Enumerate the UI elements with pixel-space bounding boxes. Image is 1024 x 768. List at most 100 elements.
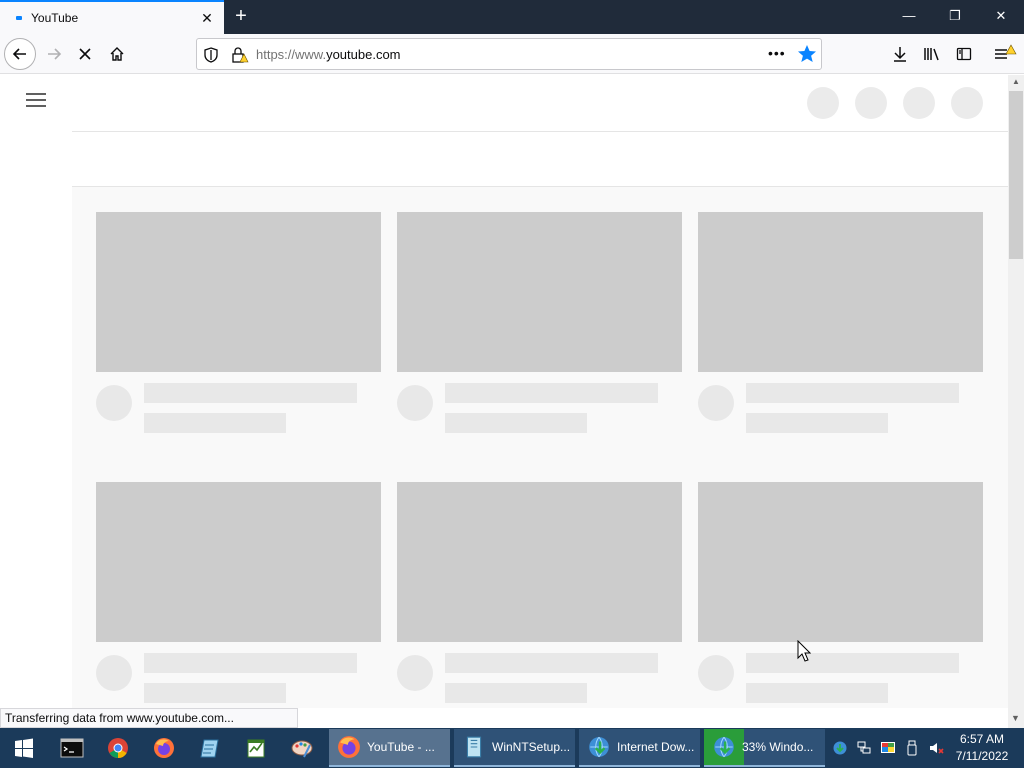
lock-warning-icon[interactable] bbox=[231, 47, 249, 63]
idm-icon bbox=[589, 736, 609, 758]
avatar-placeholder bbox=[698, 655, 734, 691]
avatar-placeholder bbox=[698, 385, 734, 421]
usb-icon[interactable] bbox=[904, 740, 920, 756]
page-actions-icon[interactable]: ••• bbox=[768, 45, 786, 61]
hamburger-menu-icon[interactable] bbox=[26, 93, 46, 109]
mouse-cursor-icon bbox=[797, 640, 811, 662]
sidebar-button[interactable] bbox=[952, 42, 976, 66]
avatar-placeholder bbox=[96, 385, 132, 421]
paint-icon[interactable] bbox=[279, 728, 325, 768]
close-icon[interactable]: ✕ bbox=[978, 0, 1024, 32]
tab-youtube[interactable]: YouTube ✕ bbox=[0, 0, 224, 34]
setup-icon bbox=[466, 736, 482, 758]
url-text[interactable]: https://www.youtube.com bbox=[256, 47, 401, 62]
tab-title: YouTube bbox=[31, 11, 79, 25]
thumbnail-placeholder bbox=[96, 212, 381, 372]
system-clock[interactable]: 6:57 AM 7/11/2022 bbox=[950, 731, 1014, 765]
start-button[interactable] bbox=[0, 728, 48, 768]
stop-icon bbox=[79, 48, 91, 60]
clock-time: 6:57 AM bbox=[959, 732, 1005, 746]
volume-muted-icon[interactable] bbox=[928, 740, 944, 756]
idm-icon bbox=[714, 736, 734, 758]
forward-arrow-icon bbox=[48, 48, 62, 60]
tab-close-icon[interactable]: ✕ bbox=[199, 10, 215, 26]
url-host: youtube.com bbox=[326, 47, 401, 62]
vertical-scrollbar[interactable]: ▲ ▼ bbox=[1008, 75, 1024, 728]
youtube-page bbox=[0, 75, 1008, 708]
task-label: WinNTSetup... bbox=[492, 740, 571, 754]
scrollbar-thumb[interactable] bbox=[1009, 91, 1023, 259]
thumbnail-placeholder bbox=[397, 482, 682, 642]
avatar-placeholder bbox=[96, 655, 132, 691]
taskbar: YouTube - ... WinNTSetup... Internet Dow… bbox=[0, 728, 1024, 768]
thumbnail-placeholder bbox=[698, 482, 983, 642]
scroll-down-icon[interactable]: ▼ bbox=[1011, 713, 1020, 723]
forward-button[interactable] bbox=[38, 38, 70, 70]
youtube-chip-bar bbox=[72, 131, 1008, 187]
youtube-favicon-icon bbox=[16, 16, 22, 20]
task-winntsetup[interactable]: WinNTSetup... bbox=[454, 729, 575, 767]
library-icon bbox=[924, 48, 939, 61]
title-placeholder bbox=[445, 383, 658, 403]
thumbnail-placeholder bbox=[96, 482, 381, 642]
downloads-button[interactable] bbox=[888, 42, 912, 66]
title-placeholder bbox=[746, 653, 959, 673]
task-download-progress[interactable]: 33% Windo... bbox=[704, 729, 825, 767]
firefox-icon[interactable] bbox=[141, 728, 187, 768]
firefox-icon bbox=[338, 736, 360, 758]
stop-button[interactable] bbox=[69, 38, 101, 70]
title-placeholder bbox=[445, 653, 658, 673]
youtube-masthead bbox=[72, 75, 1008, 131]
masthead-placeholder-icon bbox=[807, 87, 839, 119]
url-prefix: https://www. bbox=[256, 47, 327, 62]
meta-placeholder bbox=[144, 413, 286, 433]
download-icon bbox=[894, 47, 906, 62]
shield-icon[interactable] bbox=[203, 47, 219, 63]
windows-logo-icon bbox=[15, 738, 33, 758]
status-text: Transferring data from www.youtube.com..… bbox=[0, 708, 298, 728]
youtube-guide bbox=[0, 75, 72, 708]
title-placeholder bbox=[746, 383, 959, 403]
network-icon[interactable] bbox=[856, 740, 872, 756]
meta-placeholder bbox=[445, 683, 587, 703]
editor-icon[interactable] bbox=[233, 728, 279, 768]
back-button[interactable] bbox=[4, 38, 36, 70]
avatar-placeholder bbox=[397, 385, 433, 421]
restore-icon[interactable]: ❐ bbox=[932, 0, 978, 32]
thumbnail-placeholder bbox=[698, 212, 983, 372]
task-internet-download-manager[interactable]: Internet Dow... bbox=[579, 729, 700, 767]
task-label: 33% Windo... bbox=[742, 740, 814, 754]
thumbnail-placeholder bbox=[397, 212, 682, 372]
task-label: YouTube - ... bbox=[367, 740, 435, 754]
meta-placeholder bbox=[746, 413, 888, 433]
navigation-toolbar: https://www.youtube.com ••• bbox=[0, 34, 1024, 74]
meta-placeholder bbox=[746, 683, 888, 703]
menu-update-icon bbox=[995, 44, 1017, 59]
display-icon[interactable] bbox=[880, 740, 896, 756]
back-arrow-icon bbox=[12, 48, 26, 60]
clock-date: 7/11/2022 bbox=[955, 749, 1009, 763]
library-button[interactable] bbox=[920, 42, 944, 66]
task-label: Internet Dow... bbox=[617, 740, 695, 754]
command-prompt-icon[interactable] bbox=[49, 728, 95, 768]
url-bar[interactable]: https://www.youtube.com ••• bbox=[196, 38, 822, 70]
scroll-up-icon[interactable]: ▲ bbox=[1012, 77, 1020, 86]
title-placeholder bbox=[144, 653, 357, 673]
meta-placeholder bbox=[445, 413, 587, 433]
new-tab-button[interactable]: + bbox=[230, 5, 252, 27]
masthead-placeholder-icon bbox=[855, 87, 887, 119]
task-youtube-firefox[interactable]: YouTube - ... bbox=[329, 729, 450, 767]
idm-tray-icon[interactable] bbox=[832, 740, 848, 756]
minimize-icon[interactable]: — bbox=[886, 0, 932, 32]
avatar-placeholder bbox=[397, 655, 433, 691]
notepad-icon[interactable] bbox=[187, 728, 233, 768]
masthead-placeholder-icon bbox=[903, 87, 935, 119]
bookmark-star-icon[interactable] bbox=[797, 44, 817, 64]
masthead-placeholder-icon bbox=[951, 87, 983, 119]
chrome-icon[interactable] bbox=[95, 728, 141, 768]
sidebar-icon bbox=[956, 47, 972, 61]
meta-placeholder bbox=[144, 683, 286, 703]
app-menu-button[interactable] bbox=[993, 42, 1017, 66]
title-placeholder bbox=[144, 383, 357, 403]
home-button[interactable] bbox=[101, 38, 133, 70]
